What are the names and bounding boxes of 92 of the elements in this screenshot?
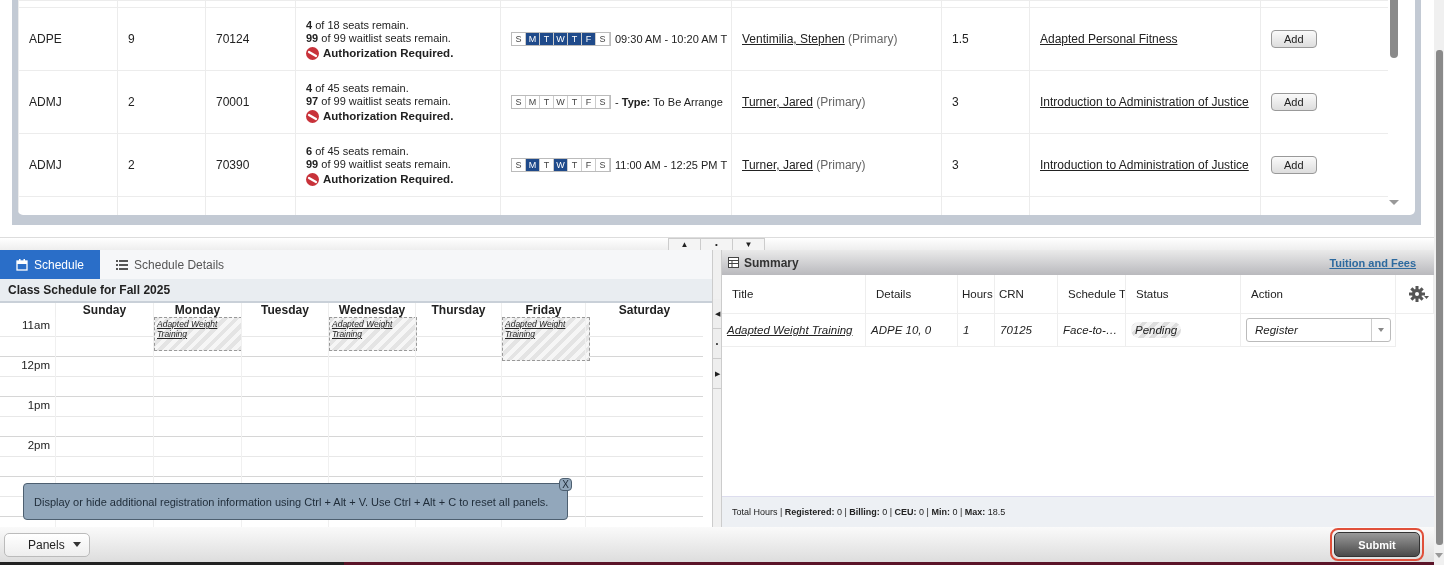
schedule-title: Class Schedule for Fall 2025 (0, 279, 712, 303)
seats-text: 97 of 99 waitlist seats remain. (306, 94, 451, 107)
crn-text: 70390 (216, 158, 250, 172)
add-button[interactable]: Add (1271, 93, 1317, 111)
column-header: Status (1136, 288, 1169, 300)
status-badge: Pending (1131, 322, 1182, 338)
class-block[interactable]: Adapted Weight Training (154, 317, 242, 351)
hours-text: 1 (963, 324, 970, 336)
seats-text: 6 of 45 seats remain. (306, 144, 409, 157)
crn-text: 70001 (216, 95, 250, 109)
column-header: Details (876, 288, 912, 300)
crn-text: 70124 (216, 32, 250, 46)
panels-button[interactable]: Panels (4, 532, 90, 557)
add-button[interactable]: Add (1271, 30, 1317, 48)
instructor-link[interactable]: Turner, Jared (742, 95, 813, 109)
crn-text: 70125 (1000, 324, 1032, 336)
no-entry-icon (306, 172, 319, 186)
day-indicator: W (554, 96, 568, 108)
close-button[interactable]: X (559, 478, 572, 491)
meeting-time: 09:30 AM - 10:20 AM T (615, 33, 728, 45)
table-icon (728, 257, 739, 268)
meeting-time: - Type: To Be Arrange (615, 96, 723, 108)
time-label: 12pm (21, 358, 51, 373)
time-label: 1pm (27, 398, 51, 413)
day-indicator: F (582, 33, 596, 45)
day-indicator: T (540, 159, 554, 171)
day-indicator: T (540, 33, 554, 45)
subject-text: ADMJ (29, 158, 62, 172)
role-text: (Primary) (816, 158, 866, 172)
day-indicator: M (526, 96, 540, 108)
instructor-link[interactable]: Ventimilia, Stephen (742, 32, 845, 46)
day-indicator: W (554, 159, 568, 171)
course-title-link[interactable]: Adapted Personal Fitness (1040, 32, 1178, 46)
column-header: Title (732, 288, 754, 300)
column-header: Schedule T (1068, 288, 1125, 300)
totals-text: Total Hours | Registered: 0 | Billing: 0 | CEU: 0 | Min: 0 | Max: 18.5 (732, 507, 1006, 517)
hours-text: 3 (952, 158, 959, 172)
authorization-text: Authorization Required. (323, 47, 454, 59)
tab[interactable]: Schedule (0, 250, 101, 279)
seats-text: 99 of 99 waitlist seats remain. (306, 157, 451, 170)
subject-text: ADPE (29, 32, 62, 46)
role-text: (Primary) (848, 32, 898, 46)
day-indicator: T (568, 96, 582, 108)
summary-title: Summary (744, 255, 800, 270)
submit-button[interactable]: Submit (1334, 532, 1420, 557)
seats-text: 4 of 18 seats remain. (306, 18, 409, 31)
splitter-button[interactable]: ▲ (668, 238, 701, 250)
day-indicator: T (568, 33, 582, 45)
day-indicator: W (554, 33, 568, 45)
class-block[interactable]: Adapted Weight Training (502, 317, 590, 361)
tuition-link[interactable]: Tuition and Fees (1329, 256, 1416, 269)
course-number: 9 (128, 32, 135, 46)
subject-text: ADMJ (29, 95, 62, 109)
course-number: 2 (128, 158, 135, 172)
day-indicator: M (526, 33, 540, 45)
page-scrollbar[interactable] (1434, 0, 1444, 565)
splitter-button[interactable]: • (700, 238, 733, 250)
schedule-type-text: Face-to-… (1063, 324, 1118, 336)
gear-icon (1409, 286, 1429, 302)
time-label: 11am (22, 318, 51, 333)
class-block[interactable]: Adapted Weight Training (329, 317, 417, 351)
action-dropdown[interactable]: Register (1246, 318, 1391, 342)
splitter-button[interactable]: ▼ (732, 238, 765, 250)
list-icon (116, 258, 129, 271)
add-button[interactable]: Add (1271, 156, 1317, 174)
day-indicator: T (568, 159, 582, 171)
course-number: 2 (128, 95, 135, 109)
course-title-link[interactable]: Adapted Weight Training (727, 324, 853, 336)
column-header: Action (1251, 288, 1283, 300)
column-header: Hours (962, 288, 993, 300)
meeting-time: 11:00 AM - 12:25 PM T (615, 159, 728, 171)
role-text: (Primary) (816, 95, 866, 109)
authorization-text: Authorization Required. (323, 173, 454, 185)
hours-text: 3 (952, 95, 959, 109)
authorization-text: Authorization Required. (323, 110, 454, 122)
caret-icon (72, 542, 81, 547)
details-text: ADPE 10, 0 (871, 324, 932, 336)
no-entry-icon (306, 109, 319, 123)
day-indicator: T (540, 96, 554, 108)
course-title-link[interactable]: Introduction to Administration of Justice (1040, 95, 1249, 109)
column-header: CRN (999, 288, 1024, 300)
hours-text: 1.5 (952, 32, 969, 46)
tooltip-text: Display or hide additional registration information using Ctrl + Alt + V. Use Ctrl + Alt + C to reset all panels. (34, 495, 549, 508)
tab[interactable]: Schedule Details (100, 250, 241, 279)
course-title-link[interactable]: Introduction to Administration of Justice (1040, 158, 1249, 172)
seats-text: 99 of 99 waitlist seats remain. (306, 31, 451, 44)
no-entry-icon (306, 46, 319, 60)
instructor-link[interactable]: Turner, Jared (742, 158, 813, 172)
day-indicator: M (526, 159, 540, 171)
calendar-icon (16, 258, 28, 271)
seats-text: 4 of 45 seats remain. (306, 81, 409, 94)
time-label: 2pm (27, 438, 51, 453)
